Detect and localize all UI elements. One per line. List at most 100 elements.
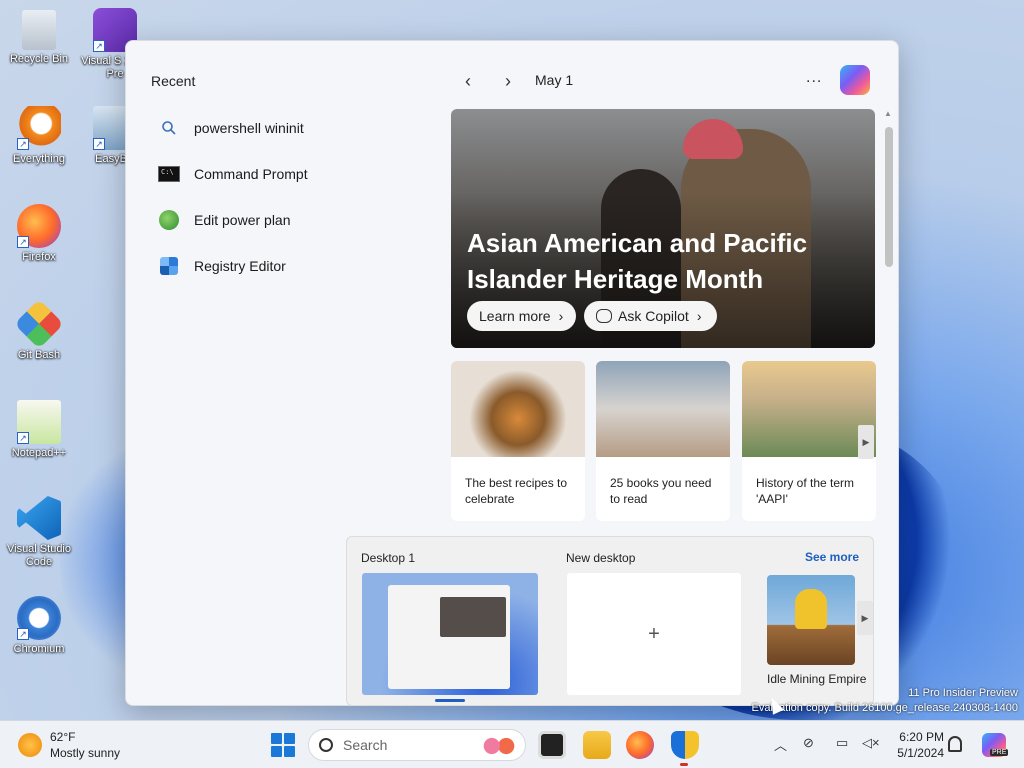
vscode-icon <box>17 496 61 540</box>
desktop-icon-chromium[interactable]: ↗ Chromium <box>2 596 76 656</box>
chat-icon <box>596 309 612 323</box>
recycle-bin-icon <box>22 10 56 50</box>
git-bash-icon <box>14 299 64 349</box>
weather-widget[interactable]: 62°F Mostly sunny <box>18 729 120 761</box>
shortcut-arrow-icon: ↗ <box>93 138 105 150</box>
security-shield-icon[interactable] <box>671 731 699 759</box>
vertical-scrollbar[interactable]: ▲ <box>884 109 894 705</box>
clock-date: 5/1/2024 <box>897 746 944 760</box>
notification-bell-icon[interactable] <box>948 736 962 752</box>
more-options-button[interactable]: ... <box>806 69 822 87</box>
network-off-icon[interactable]: ⊘ <box>803 735 814 751</box>
card-image <box>451 361 585 457</box>
desktop-icon-recycle-bin[interactable]: Recycle Bin <box>2 10 76 66</box>
desktop-icon-label: Visual Studio Code <box>6 543 71 568</box>
recent-item-command-prompt[interactable]: C:\ Command Prompt <box>156 151 416 197</box>
desktop-icon-label: Firefox <box>22 251 56 263</box>
chromium-icon: ↗ <box>17 596 61 640</box>
taskbar: 62°F Mostly sunny Search ︿ ⊘ ▭ ◁× 6:20 P… <box>0 720 1024 768</box>
desktop-1-label: Desktop 1 <box>361 551 416 565</box>
desktop-icon-everything[interactable]: ↗ Everything <box>2 106 76 166</box>
power-plan-icon <box>156 209 182 231</box>
idle-mining-empire-thumbnail[interactable] <box>767 575 855 665</box>
news-card[interactable]: 25 books you need to read <box>596 361 730 521</box>
terminal-icon: C:\ <box>156 163 182 185</box>
learn-more-label: Learn more <box>479 308 551 324</box>
recent-heading: Recent <box>151 73 196 89</box>
recent-item-registry-editor[interactable]: Registry Editor <box>156 243 416 289</box>
learn-more-button[interactable]: Learn more › <box>467 301 576 331</box>
active-desktop-indicator <box>435 699 465 702</box>
recent-item-label: Registry Editor <box>194 258 286 274</box>
desktop-1-thumbnail[interactable] <box>362 573 538 695</box>
scroll-up-icon[interactable]: ▲ <box>884 109 892 118</box>
ask-copilot-label: Ask Copilot <box>618 308 689 324</box>
chevron-left-icon[interactable]: ‹ <box>456 69 480 93</box>
clock-time: 6:20 PM <box>899 730 944 744</box>
new-desktop-button[interactable]: + <box>567 573 741 695</box>
recent-list: powershell wininit C:\ Command Prompt Ed… <box>156 105 416 289</box>
cards-scroll-right-button[interactable]: ▶ <box>858 425 874 459</box>
desktop-icon-firefox[interactable]: ↗ Firefox <box>2 204 76 264</box>
scrollbar-thumb[interactable] <box>885 127 893 267</box>
taskbar-search-box[interactable]: Search <box>308 729 526 761</box>
desktop-icon-notepad-plus-plus[interactable]: ↗ Notepad++ <box>2 400 76 460</box>
shortcut-arrow-icon: ↗ <box>17 628 29 640</box>
recent-item-label: powershell wininit <box>194 120 304 136</box>
recent-item-edit-power-plan[interactable]: Edit power plan <box>156 197 416 243</box>
copilot-icon[interactable] <box>840 65 870 95</box>
card-caption: The best recipes to celebrate <box>465 476 568 506</box>
recent-item-label: Command Prompt <box>194 166 308 182</box>
desktop-icon-git-bash[interactable]: Git Bash <box>2 299 76 362</box>
new-desktop-label: New desktop <box>566 551 636 565</box>
volume-muted-icon[interactable]: ◁× <box>862 735 880 751</box>
search-placeholder: Search <box>343 737 388 753</box>
sun-icon <box>18 733 42 757</box>
chevron-right-icon: › <box>558 308 564 324</box>
evaluation-watermark: 11 Pro Insider Preview Evaluation copy. … <box>751 687 1018 714</box>
news-card[interactable]: History of the term 'AAPI' <box>742 361 876 521</box>
system-clock[interactable]: 6:20 PM 5/1/2024 <box>888 729 944 761</box>
plus-icon: + <box>648 622 660 645</box>
recent-item-label: Edit power plan <box>194 212 291 228</box>
card-caption: History of the term 'AAPI' <box>756 476 855 506</box>
desktop-icon-vscode[interactable]: Visual Studio Code <box>2 496 76 569</box>
card-image <box>596 361 730 457</box>
news-card[interactable]: The best recipes to celebrate <box>451 361 585 521</box>
weather-desc: Mostly sunny <box>50 746 121 760</box>
app-running-indicator <box>680 763 688 766</box>
pre-badge: PRE <box>990 749 1009 756</box>
search-icon <box>319 738 333 752</box>
shortcut-arrow-icon: ↗ <box>17 432 29 444</box>
card-caption: 25 books you need to read <box>610 476 712 506</box>
display-icon[interactable]: ▭ <box>836 735 848 751</box>
desktop-icon-label: Chromium <box>13 643 65 655</box>
ask-copilot-button[interactable]: Ask Copilot › <box>584 301 717 331</box>
firefox-icon[interactable] <box>626 731 654 759</box>
notepad-plus-plus-icon: ↗ <box>17 400 61 444</box>
shortcut-arrow-icon: ↗ <box>17 236 29 248</box>
desktop-icon-label: Recycle Bin <box>9 53 69 65</box>
windows-start-icon[interactable] <box>271 733 295 757</box>
desktop-icon-label: Git Bash <box>17 349 61 361</box>
everything-icon: ↗ <box>17 106 61 150</box>
app-name: Idle Mining Empire <box>767 672 867 686</box>
see-more-link[interactable]: See more <box>805 550 859 564</box>
miner-character-icon <box>795 589 827 629</box>
shortcut-arrow-icon: ↗ <box>17 138 29 150</box>
desktop-icon-label: Everything <box>13 153 65 165</box>
card-image <box>742 361 876 457</box>
weather-temp: 62°F <box>50 730 76 744</box>
task-view-scroll-right-button[interactable]: ▶ <box>857 601 873 635</box>
chevron-up-icon[interactable]: ︿ <box>774 735 787 754</box>
hero-card[interactable]: Asian American and Pacific Islander Heri… <box>451 109 875 348</box>
shortcut-arrow-icon: ↗ <box>93 40 105 52</box>
desktop-icon-label: Notepad++ <box>11 447 67 459</box>
recent-item-powershell-wininit[interactable]: powershell wininit <box>156 105 416 151</box>
file-explorer-icon[interactable] <box>583 731 611 759</box>
date-label: May 1 <box>535 72 574 88</box>
task-view-icon[interactable] <box>538 731 566 759</box>
chevron-right-icon[interactable]: › <box>496 69 520 93</box>
registry-icon <box>156 255 182 277</box>
task-view-panel: Desktop 1 New desktop See more + Idle Mi… <box>346 536 874 706</box>
